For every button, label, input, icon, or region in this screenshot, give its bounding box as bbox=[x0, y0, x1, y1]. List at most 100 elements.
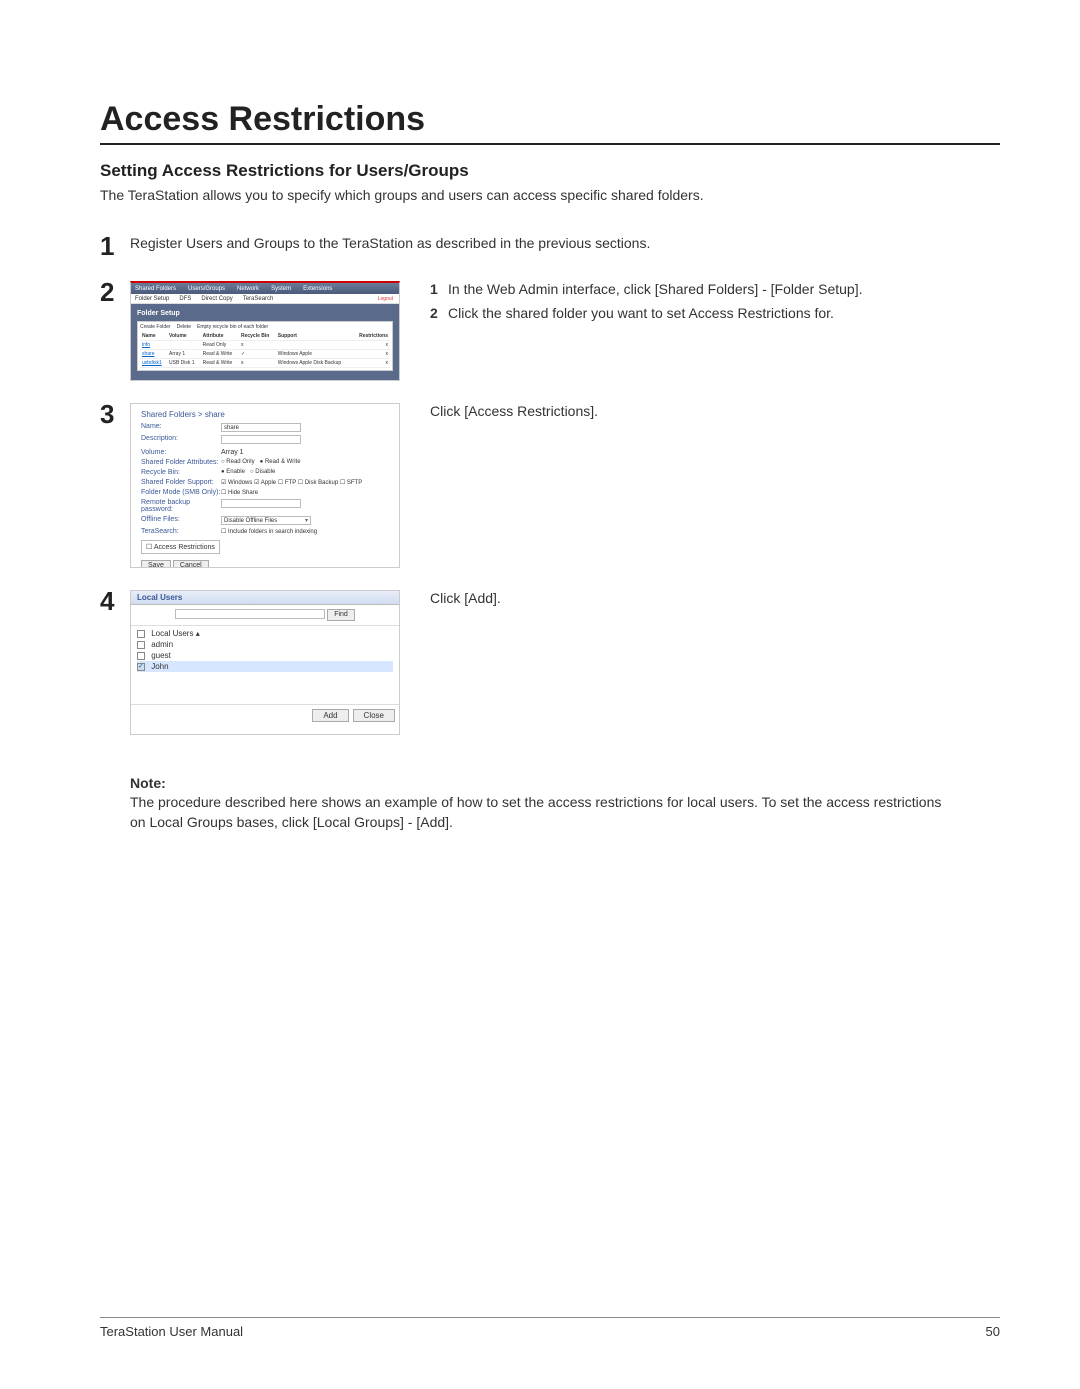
breadcrumb: Shared Folders > share bbox=[141, 410, 389, 419]
check-backup[interactable]: ☐ Disk Backup bbox=[298, 480, 338, 486]
checkbox-icon[interactable] bbox=[137, 652, 145, 660]
step-2-number: 2 bbox=[100, 279, 130, 305]
access-restrictions-toggle[interactable]: ☐ Access Restrictions bbox=[141, 540, 220, 554]
subtab-dfs[interactable]: DFS bbox=[179, 296, 191, 302]
tab-shared-folders[interactable]: Shared Folders bbox=[135, 286, 176, 292]
admin-tabs: Shared Folders Users/Groups Network Syst… bbox=[131, 283, 399, 294]
description-input[interactable] bbox=[221, 435, 301, 444]
tab-network[interactable]: Network bbox=[237, 286, 259, 292]
col-support: Support bbox=[276, 332, 353, 341]
terasearch-label: TeraSearch: bbox=[141, 528, 221, 535]
find-input[interactable] bbox=[175, 609, 325, 619]
col-attr: Attribute bbox=[201, 332, 239, 341]
page-title: Access Restrictions bbox=[100, 100, 1000, 139]
user-list: Local Users ▴ admin guest bbox=[131, 625, 399, 705]
step-4-number: 4 bbox=[100, 588, 130, 614]
note-section: Note: The procedure described here shows… bbox=[130, 775, 960, 832]
tab-users-groups[interactable]: Users/Groups bbox=[188, 286, 225, 292]
delete-folder-button[interactable]: Delete bbox=[177, 324, 191, 330]
title-divider bbox=[100, 143, 1000, 145]
create-folder-button[interactable]: Create Folder bbox=[140, 324, 171, 330]
list-group-header[interactable]: Local Users ▴ bbox=[137, 628, 393, 639]
check-terasearch[interactable]: ☐ Include folders in search indexing bbox=[221, 529, 317, 535]
radio-enable[interactable]: ● Enable bbox=[221, 469, 245, 475]
volume-label: Volume: bbox=[141, 449, 221, 456]
description-label: Description: bbox=[141, 435, 221, 446]
tab-system[interactable]: System bbox=[271, 286, 291, 292]
radio-disable[interactable]: ○ Disable bbox=[250, 469, 275, 475]
step-4-row: 4 Local Users Find Local Users ▴ bbox=[100, 588, 1000, 735]
close-button[interactable]: Close bbox=[353, 709, 395, 722]
subtab-direct-copy[interactable]: Direct Copy bbox=[201, 296, 232, 302]
radio-readwrite[interactable]: ● Read & Write bbox=[260, 459, 301, 465]
attributes-label: Shared Folder Attributes: bbox=[141, 459, 221, 466]
table-row[interactable]: share Array 1 Read & Write ✓ Windows App… bbox=[140, 350, 390, 359]
dialog-title: Local Users bbox=[131, 591, 399, 605]
note-heading: Note: bbox=[130, 775, 960, 791]
remote-input[interactable] bbox=[221, 499, 301, 508]
check-hide[interactable]: ☐ Hide Share bbox=[221, 490, 258, 496]
radio-readonly[interactable]: ○ Read Only bbox=[221, 459, 255, 465]
step-2-sub2-text: Click the shared folder you want to set … bbox=[448, 305, 1000, 321]
folder-link-usbdisk1[interactable]: usbdisk1 bbox=[142, 360, 162, 366]
find-button[interactable]: Find bbox=[327, 609, 355, 621]
col-volume: Volume bbox=[167, 332, 201, 341]
volume-value: Array 1 bbox=[221, 449, 389, 456]
table-row[interactable]: usbdisk1 USB Disk 1 Read & Write x Windo… bbox=[140, 359, 390, 368]
footer-title: TeraStation User Manual bbox=[100, 1324, 243, 1339]
step-3-row: 3 Shared Folders > share Name: share Des… bbox=[100, 401, 1000, 568]
check-windows[interactable]: ☑ Windows bbox=[221, 480, 252, 486]
folder-setup-title: Folder Setup bbox=[137, 310, 393, 317]
section-subtitle: Setting Access Restrictions for Users/Gr… bbox=[100, 161, 1000, 181]
check-ftp[interactable]: ☐ FTP bbox=[278, 480, 296, 486]
col-restrictions: Restrictions bbox=[353, 332, 391, 341]
check-apple[interactable]: ☑ Apple bbox=[254, 480, 276, 486]
page: Access Restrictions Setting Access Restr… bbox=[0, 0, 1080, 1389]
subtab-folder-setup[interactable]: Folder Setup bbox=[135, 296, 169, 302]
page-footer: TeraStation User Manual 50 bbox=[100, 1317, 1000, 1339]
save-button[interactable]: Save bbox=[141, 560, 171, 568]
step-2-row: 2 Shared Folders Users/Groups Network Sy… bbox=[100, 279, 1000, 381]
add-button[interactable]: Add bbox=[312, 709, 348, 722]
page-number: 50 bbox=[986, 1324, 1000, 1339]
checkbox-icon[interactable] bbox=[137, 641, 145, 649]
offline-label: Offline Files: bbox=[141, 516, 221, 525]
folder-link-share[interactable]: share bbox=[142, 351, 155, 357]
table-row[interactable]: info Read Only x x bbox=[140, 341, 390, 350]
folder-link-info[interactable]: info bbox=[142, 342, 150, 348]
hide-label: Folder Mode (SMB Only): bbox=[141, 489, 221, 496]
step-3-number: 3 bbox=[100, 401, 130, 427]
step-1-text: Register Users and Groups to the TeraSta… bbox=[130, 235, 1000, 251]
empty-recycle-button[interactable]: Empty recycle bin of each folder bbox=[197, 324, 268, 330]
subtab-terasearch[interactable]: TeraSearch bbox=[243, 296, 274, 302]
tab-extensions[interactable]: Extensions bbox=[303, 286, 332, 292]
name-input[interactable]: share bbox=[221, 423, 301, 432]
list-item[interactable]: John bbox=[137, 661, 393, 672]
step-2-sub1-text: In the Web Admin interface, click [Share… bbox=[448, 281, 1000, 297]
col-recycle: Recycle Bin bbox=[239, 332, 276, 341]
remote-label: Remote backup password: bbox=[141, 499, 221, 513]
step-2-sub1-num: 1 bbox=[430, 281, 448, 297]
list-item[interactable]: guest bbox=[137, 650, 393, 661]
recycle-label: Recycle Bin: bbox=[141, 469, 221, 476]
list-item[interactable]: admin bbox=[137, 639, 393, 650]
step-4-text: Click [Add]. bbox=[430, 590, 1000, 606]
logout-link[interactable]: Logout bbox=[378, 296, 393, 302]
step-4-screenshot: Local Users Find Local Users ▴ bbox=[130, 590, 400, 735]
step-3-screenshot: Shared Folders > share Name: share Descr… bbox=[130, 403, 400, 568]
folder-table: Name Volume Attribute Recycle Bin Suppor… bbox=[140, 332, 390, 368]
offline-select[interactable]: Disable Offline Files bbox=[221, 516, 311, 525]
step-2-sub2-num: 2 bbox=[430, 305, 448, 321]
check-sftp[interactable]: ☐ SFTP bbox=[340, 480, 362, 486]
checkbox-icon[interactable] bbox=[137, 663, 145, 671]
note-body: The procedure described here shows an ex… bbox=[130, 793, 960, 832]
step-3-text: Click [Access Restrictions]. bbox=[430, 403, 1000, 419]
name-label: Name: bbox=[141, 423, 221, 432]
step-1-number: 1 bbox=[100, 233, 130, 259]
admin-subtabs: Folder Setup DFS Direct Copy TeraSearch … bbox=[131, 294, 399, 304]
cancel-button[interactable]: Cancel bbox=[173, 560, 209, 568]
checkbox-icon[interactable] bbox=[137, 630, 145, 638]
step-2-screenshot: Shared Folders Users/Groups Network Syst… bbox=[130, 281, 400, 381]
step-1-row: 1 Register Users and Groups to the TeraS… bbox=[100, 233, 1000, 259]
intro-text: The TeraStation allows you to specify wh… bbox=[100, 187, 1000, 203]
